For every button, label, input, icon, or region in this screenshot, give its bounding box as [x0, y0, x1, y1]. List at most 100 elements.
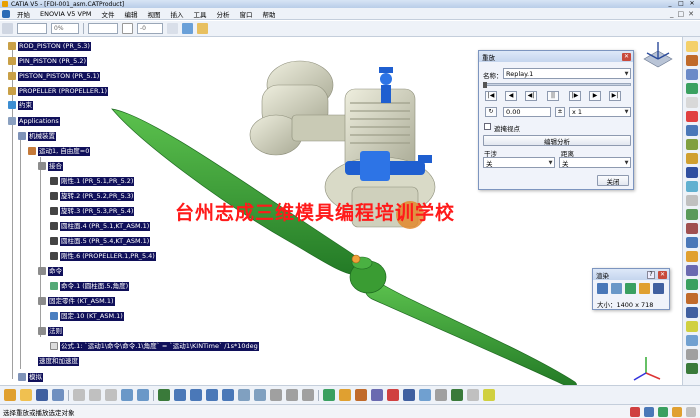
stepper-icon[interactable]: ±	[555, 107, 565, 117]
replay-dialog-close-icon[interactable]: ✕	[622, 52, 631, 61]
explode-icon[interactable]	[371, 389, 383, 401]
render-icon[interactable]	[597, 283, 608, 294]
tree-item-mechanism-1[interactable]: 运动1, 自由度=0	[28, 146, 91, 156]
tree-item-fix-10[interactable]: 固定.10 (KT_ASM.1)	[50, 311, 124, 321]
dmu-icon[interactable]	[685, 41, 698, 52]
save-image-icon[interactable]	[639, 283, 650, 294]
help-icon[interactable]: ?	[647, 270, 655, 279]
viewpoint-checkbox[interactable]	[484, 123, 491, 130]
joint-icon[interactable]	[685, 55, 698, 66]
swap-space-icon[interactable]	[302, 389, 314, 401]
tree-item-rod-piston[interactable]: ROD_PISTON (PR_5.3)	[8, 41, 91, 51]
redo-icon[interactable]	[137, 389, 149, 401]
save-icon[interactable]	[36, 389, 48, 401]
tree-item-mechanisms[interactable]: 机械装置	[18, 131, 56, 141]
skip-end-button[interactable]: ▶|	[609, 91, 621, 101]
kinematics-icon[interactable]	[685, 363, 698, 374]
clash-check-icon[interactable]	[387, 389, 399, 401]
tree-item-applications[interactable]: Applications	[8, 116, 60, 126]
tree-item-joint-revolute-3[interactable]: 旋转.3 (PR_5.3,PR_5.4)	[50, 206, 135, 216]
tree-item-joints[interactable]: 接合	[38, 161, 63, 171]
doc-minimize-button[interactable]: _	[670, 10, 674, 18]
mass-properties-icon[interactable]	[451, 389, 463, 401]
zoom-in-icon[interactable]	[206, 389, 218, 401]
play-backward-button[interactable]: ◀	[505, 91, 517, 101]
keyboard-icon[interactable]	[686, 406, 696, 417]
replay-slider[interactable]	[483, 83, 631, 86]
annotation-icon[interactable]	[685, 251, 698, 262]
scene-icon[interactable]	[625, 283, 636, 294]
open-icon[interactable]	[20, 389, 32, 401]
menu-insert[interactable]: 插入	[165, 9, 188, 19]
rigid-icon[interactable]	[685, 69, 698, 80]
swept-volume-icon[interactable]	[685, 181, 698, 192]
tree-item-joint-cylindrical-4[interactable]: 圆柱面.4 (PR_5.1,KT_ASM.1)	[50, 221, 151, 231]
menu-file[interactable]: 文件	[96, 9, 119, 19]
analysis-icon[interactable]	[685, 349, 698, 360]
render-dialog-close-icon[interactable]: ✕	[658, 270, 667, 279]
fit-all-icon[interactable]	[158, 389, 170, 401]
light-icon[interactable]	[685, 279, 698, 290]
replay-slider-thumb[interactable]	[483, 82, 487, 88]
paint-icon[interactable]	[182, 23, 193, 34]
app-menu-icon[interactable]	[2, 9, 10, 18]
tray-icon[interactable]	[672, 406, 682, 417]
menu-edit[interactable]: 编辑	[119, 9, 142, 19]
section-icon[interactable]	[685, 223, 698, 234]
skip-start-button[interactable]: |◀	[485, 91, 497, 101]
step-field[interactable]: 0.00	[503, 107, 551, 117]
formula-tool-icon[interactable]	[685, 153, 698, 164]
properties-icon[interactable]	[197, 23, 208, 34]
tree-item-propeller[interactable]: PROPELLER (PROPELLER.1)	[8, 86, 108, 96]
tree-item-speed-accel[interactable]: 速度和加速度	[38, 356, 79, 366]
opacity-combo[interactable]: 0%	[51, 23, 79, 34]
doc-restore-button[interactable]: □	[678, 10, 685, 18]
measure-icon[interactable]	[685, 237, 698, 248]
menu-view[interactable]: 视图	[142, 9, 165, 19]
apply-material-icon[interactable]	[467, 389, 479, 401]
measure-item-icon[interactable]	[435, 389, 447, 401]
tree-item-pin-piston[interactable]: PIN_PISTON (PR_5.2)	[8, 56, 88, 66]
zoom-out-icon[interactable]	[222, 389, 234, 401]
hide-show-icon[interactable]	[286, 389, 298, 401]
product-icon[interactable]	[339, 389, 351, 401]
trace-icon[interactable]	[685, 167, 698, 178]
tree-item-simulation[interactable]: 模拟	[18, 372, 43, 382]
thickness-combo[interactable]: -0	[137, 23, 163, 34]
menu-start[interactable]: 开始	[12, 9, 35, 19]
settings-icon[interactable]	[653, 283, 664, 294]
tree-item-joint-rigid-6[interactable]: 刚性.6 (PROPELLER.1,PR_5.4)	[50, 251, 156, 261]
edit-analysis-button[interactable]: 编辑分析	[483, 135, 631, 146]
tree-item-piston-piston[interactable]: PISTON_PISTON (PR_5.1)	[8, 71, 101, 81]
menu-window[interactable]: 窗口	[234, 9, 257, 19]
replay-icon[interactable]	[685, 139, 698, 150]
tree-item-fixed-part[interactable]: 固定零件 (KT_ASM.1)	[38, 296, 115, 306]
normal-view-icon[interactable]	[238, 389, 250, 401]
compass-icon[interactable]	[640, 39, 676, 73]
tree-item-formula-1[interactable]: 公式.1: `运动1\命令\命令.1\角度` = `运动1\KINTime` /…	[50, 341, 259, 351]
stop-icon[interactable]	[630, 406, 640, 417]
video-icon[interactable]	[685, 307, 698, 318]
sequence-icon[interactable]	[685, 335, 698, 346]
new-icon[interactable]	[4, 389, 16, 401]
render-style-icon[interactable]	[483, 389, 495, 401]
close-dialog-button[interactable]: 关闭	[597, 175, 629, 186]
3d-viewport[interactable]: ROD_PISTON (PR_5.3) PIN_PISTON (PR_5.2) …	[0, 37, 682, 385]
camera-icon[interactable]	[685, 265, 698, 276]
tree-item-command-1[interactable]: 命令.1 (圆柱面.5,角度)	[50, 281, 130, 291]
command-line-icon[interactable]	[644, 406, 654, 417]
tree-item-joint-cylindrical-5[interactable]: 圆柱面.5 (PR_5.4,KT_ASM.1)	[50, 236, 151, 246]
compile-icon[interactable]	[685, 125, 698, 136]
shading-icon[interactable]	[270, 389, 282, 401]
menu-help[interactable]: 帮助	[257, 9, 280, 19]
play-forward-button[interactable]: ▶	[589, 91, 601, 101]
tree-item-laws[interactable]: 法则	[38, 326, 63, 336]
track-icon[interactable]	[685, 321, 698, 332]
layer-combo[interactable]	[17, 23, 47, 34]
close-button[interactable]: ✕	[688, 1, 696, 7]
cut-icon[interactable]	[73, 389, 85, 401]
pan-icon[interactable]	[174, 389, 186, 401]
distance-icon[interactable]	[685, 209, 698, 220]
section-view-icon[interactable]	[403, 389, 415, 401]
step-forward-button[interactable]: |▶	[569, 91, 581, 101]
